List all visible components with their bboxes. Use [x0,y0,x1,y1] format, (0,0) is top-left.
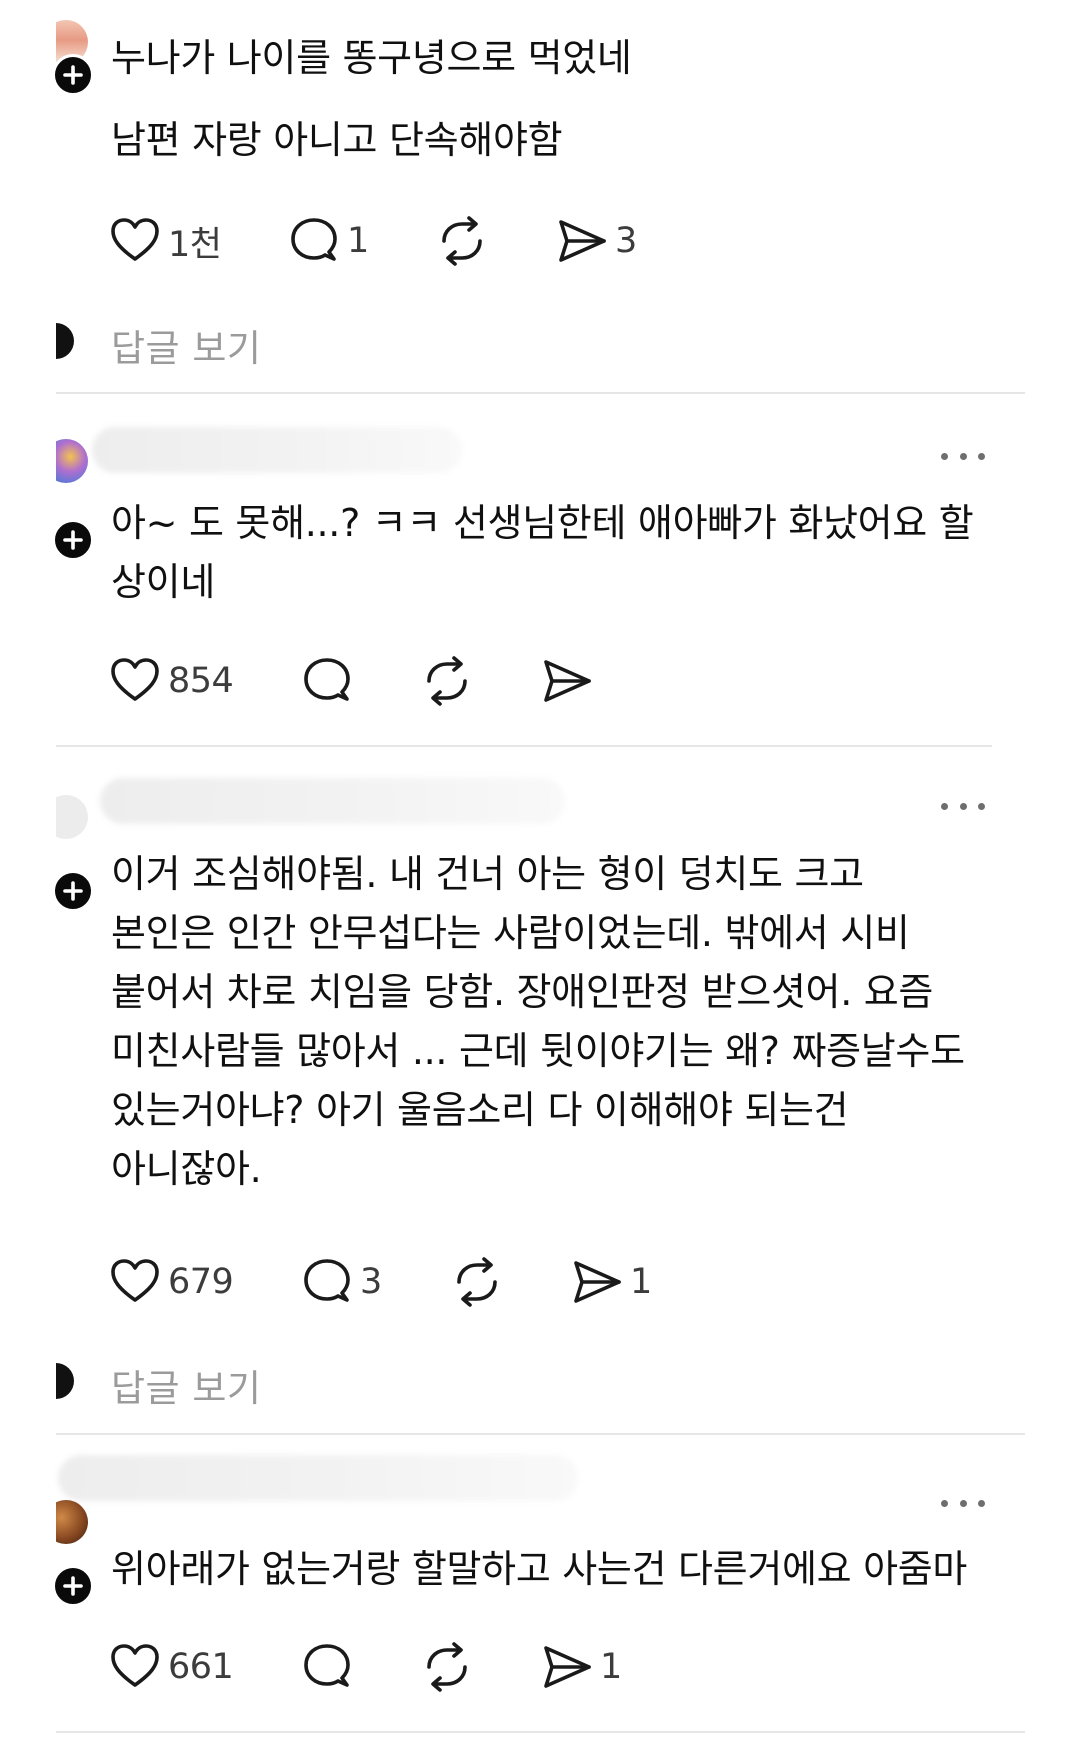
comment-line: 이거 조심해야됨. 내 건너 아는 형이 덩치도 크고 [111,852,864,896]
comment-button[interactable]: 1 [287,211,435,271]
more-icon-dot [941,1499,948,1507]
like-count: 854 [168,661,234,701]
comment-post: 위아래가 없는거랑 할말하고 사는건 다른거에요 아줌마 661 1 [0,1437,1080,1739]
comment-bubble-icon [300,1640,354,1694]
like-count: 1천 [168,224,222,265]
comment-line: 미친사람들 많아서 ... 근데 뒷이야기는 왜? 짜증날수도 [111,1029,965,1073]
view-replies-link[interactable]: 답글 보기 [111,318,261,372]
send-icon [570,1255,624,1309]
share-count: 3 [615,221,637,261]
comment-line: 있는거아냐? 아기 울음소리 다 이해해야 되는건 [111,1088,849,1132]
follow-button[interactable] [52,870,94,912]
more-icon-dot [941,452,948,460]
comment-count: 1 [347,221,369,261]
share-button[interactable]: 1 [540,1637,622,1697]
comment-count: 3 [360,1262,382,1302]
like-button[interactable]: 854 [108,651,300,711]
heart-icon [108,1255,162,1309]
heart-icon [108,214,162,268]
share-count: 1 [600,1647,622,1687]
plus-icon [63,530,83,550]
comment-text: 누나가 나이를 똥구녕으로 먹었네 남편 자랑 아니고 단속해야함 [111,29,1006,170]
like-button[interactable]: 679 [108,1252,300,1312]
more-icon-dot [978,452,985,460]
repost-icon [450,1255,504,1309]
heart-icon [108,1640,162,1694]
send-icon [555,214,609,268]
plus-icon [63,65,83,85]
comment-line: 위아래가 없는거랑 할말하고 사는건 다른거에요 아줌마 [111,1547,968,1591]
action-bar: 661 1 [108,1637,622,1697]
repost-icon [420,1640,474,1694]
comment-text: 이거 조심해야됨. 내 건너 아는 형이 덩치도 크고 본인은 인간 안무섭다는… [111,845,1006,1199]
share-button[interactable]: 3 [555,211,637,271]
divider [56,392,1025,394]
repost-icon [420,654,474,708]
more-icon-dot [978,1499,985,1507]
comment-post: 누나가 나이를 똥구녕으로 먹었네 남편 자랑 아니고 단속해야함 1천 1 3… [0,0,1080,395]
more-icon-dot [978,802,985,810]
follow-button[interactable] [52,1565,94,1607]
plus-icon [63,881,83,901]
comment-text: 위아래가 없는거랑 할말하고 사는건 다른거에요 아줌마 [111,1540,1006,1599]
comment-text: 아~ 도 못해...? ㅋㅋ 선생님한테 애아빠가 화났어요 할 상이네 [111,494,1006,612]
follow-button[interactable] [52,54,94,96]
repost-button[interactable] [435,211,555,271]
action-bar: 1천 1 3 [108,211,637,271]
username-redacted [100,778,565,824]
view-replies-link[interactable]: 답글 보기 [111,1358,261,1412]
comment-thread: 누나가 나이를 똥구녕으로 먹었네 남편 자랑 아니고 단속해야함 1천 1 3… [0,0,1080,1739]
comment-button[interactable] [300,651,420,711]
share-button[interactable]: 1 [570,1252,652,1312]
comment-line: 붙어서 차로 치임을 당함. 장애인판정 받으셧어. 요즘 [111,970,934,1014]
action-bar: 854 [108,651,594,711]
comment-post: 이거 조심해야됨. 내 건너 아는 형이 덩치도 크고 본인은 인간 안무섭다는… [0,747,1080,1437]
comment-line: 아~ 도 못해...? ㅋㅋ 선생님한테 애아빠가 화났어요 할 [111,501,974,545]
more-icon-dot [959,1499,967,1507]
repost-button[interactable] [420,1637,540,1697]
username-redacted [92,427,462,473]
share-button[interactable] [540,651,594,711]
repost-icon [435,214,489,268]
comment-bubble-icon [300,1255,354,1309]
send-icon [540,1640,594,1694]
like-button[interactable]: 1천 [108,211,287,271]
comment-line: 남편 자랑 아니고 단속해야함 [111,118,563,162]
more-icon-dot [941,802,948,810]
more-options-button[interactable] [941,1491,985,1515]
action-bar: 679 3 1 [108,1252,652,1312]
comment-button[interactable] [300,1637,420,1697]
comment-button[interactable]: 3 [300,1252,450,1312]
divider [56,1731,1025,1733]
follow-button[interactable] [52,519,94,561]
plus-icon [63,1576,83,1596]
username-redacted [58,1455,578,1501]
like-count: 679 [168,1262,234,1302]
more-options-button[interactable] [941,794,985,818]
share-count: 1 [630,1262,652,1302]
more-options-button[interactable] [941,444,985,468]
send-icon [540,654,594,708]
divider [56,1433,1025,1435]
comment-post: 아~ 도 못해...? ㅋㅋ 선생님한테 애아빠가 화났어요 할 상이네 854 [0,395,1080,747]
comment-bubble-icon [300,654,354,708]
like-button[interactable]: 661 [108,1637,300,1697]
more-icon-dot [959,802,967,810]
comment-bubble-icon [287,214,341,268]
comment-line: 본인은 인간 안무섭다는 사람이었는데. 밖에서 시비 [111,911,910,955]
comment-line: 상이네 [111,560,215,604]
like-count: 661 [168,1647,234,1687]
more-icon-dot [959,452,967,460]
heart-icon [108,654,162,708]
repost-button[interactable] [450,1252,570,1312]
comment-line: 누나가 나이를 똥구녕으로 먹었네 [111,36,632,80]
comment-line: 아니잖아. [111,1147,262,1191]
repost-button[interactable] [420,651,540,711]
